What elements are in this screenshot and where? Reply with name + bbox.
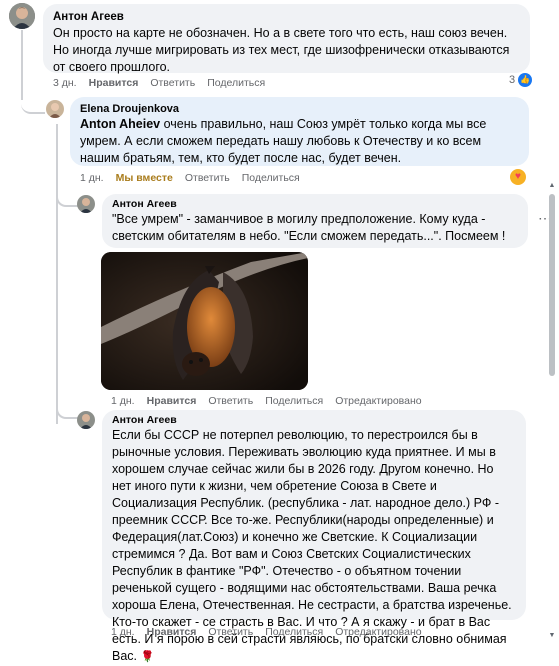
together-reaction-button[interactable]: Мы вместе [116, 172, 173, 184]
avatar-photo-icon [46, 100, 64, 118]
avatar[interactable] [77, 411, 95, 429]
comment-bubble: Антон Агеев Если бы СССР не потерпел рев… [102, 410, 526, 663]
comment-time[interactable]: 1 дн. [111, 395, 135, 407]
comment-time[interactable]: 3 дн. [53, 77, 77, 89]
comment-bubble: Антон Агеев Он просто на карте не обозна… [43, 4, 530, 74]
reply-button[interactable]: Ответить [150, 77, 195, 89]
edited-label: Отредактировано [335, 395, 422, 407]
comment-time[interactable]: 1 дн. [111, 626, 135, 638]
comment-time[interactable]: 1 дн. [80, 172, 104, 184]
reply-button[interactable]: Ответить [208, 395, 253, 407]
reaction-count-label: 3 [509, 74, 516, 86]
comment-actions: 1 дн. Нравится Ответить Поделиться Отред… [111, 626, 434, 638]
comment-text: Anton Aheiev очень правильно, наш Союз у… [80, 116, 519, 167]
like-button[interactable]: Нравится [89, 77, 139, 89]
like-button[interactable]: Нравится [147, 395, 197, 407]
comment-bubble: Elena Droujenkova Anton Aheiev очень пра… [70, 97, 529, 166]
attached-photo[interactable] [101, 252, 308, 390]
rose-icon: 🌹 [140, 651, 155, 663]
thread-line [56, 124, 58, 424]
comment-author[interactable]: Антон Агеев [53, 10, 520, 25]
scroll-down-arrow[interactable]: ▼ [548, 632, 556, 640]
avatar[interactable] [46, 100, 64, 118]
bat-photo-icon [101, 252, 308, 390]
comment-bubble: Антон Агеев "Все умрем" - заманчивое в м… [102, 194, 528, 248]
like-button[interactable]: Нравится [147, 626, 197, 638]
share-button[interactable]: Поделиться [207, 77, 265, 89]
scroll-up-arrow[interactable]: ▲ [548, 182, 556, 190]
comment-author[interactable]: Антон Агеев [112, 198, 518, 211]
comment-actions: 1 дн. Мы вместе Ответить Поделиться [80, 172, 312, 184]
share-button[interactable]: Поделиться [265, 395, 323, 407]
reply-button[interactable]: Ответить [208, 626, 253, 638]
comment-actions: 1 дн. Нравится Ответить Поделиться Отред… [111, 395, 434, 407]
comment-author[interactable]: Антон Агеев [112, 414, 516, 427]
scrollbar-thumb[interactable] [549, 194, 555, 376]
hug-reaction-heart-icon: ♥ [515, 171, 521, 182]
avatar[interactable] [9, 3, 35, 29]
comment-text: Он просто на карте не обозначен. Но а в … [53, 26, 510, 74]
like-reaction-icon: 👍 [518, 73, 533, 87]
hug-reaction-icon[interactable]: ♥ [510, 169, 526, 185]
thread-connector [21, 88, 45, 114]
edited-label: Отредактировано [335, 626, 422, 638]
reply-button[interactable]: Ответить [185, 172, 230, 184]
avatar-photo-icon [77, 195, 95, 213]
comment-author[interactable]: Elena Droujenkova [80, 102, 519, 116]
reaction-count[interactable]: 3 👍 [509, 73, 533, 87]
comment-text: "Все умрем" - заманчивое в могилу предпо… [112, 212, 506, 243]
comment-actions: 3 дн. Нравится Ответить Поделиться [53, 77, 277, 89]
avatar-photo-icon [9, 3, 35, 29]
share-button[interactable]: Поделиться [242, 172, 300, 184]
share-button[interactable]: Поделиться [265, 626, 323, 638]
avatar-photo-icon [77, 411, 95, 429]
mention-link[interactable]: Anton Aheiev [80, 117, 160, 131]
avatar[interactable] [77, 195, 95, 213]
